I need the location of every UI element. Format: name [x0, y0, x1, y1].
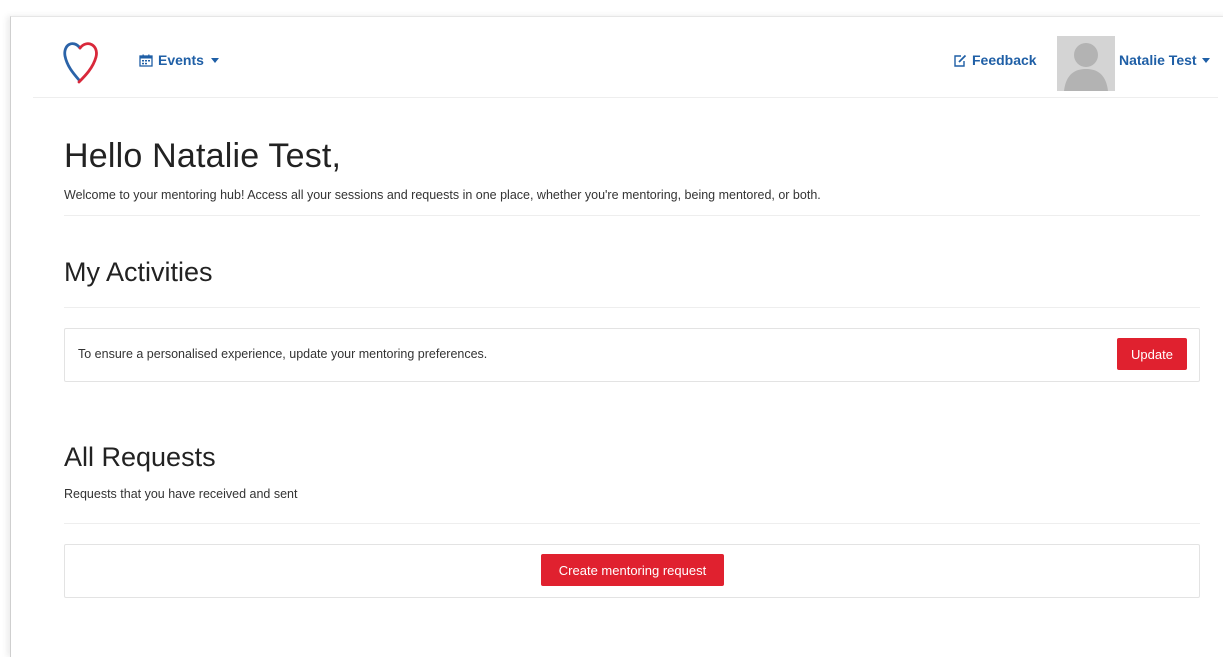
- calendar-icon: [139, 54, 153, 67]
- all-requests-heading: All Requests: [64, 442, 216, 472]
- welcome-text: Welcome to your mentoring hub! Access al…: [64, 188, 821, 202]
- user-avatar[interactable]: [1057, 36, 1115, 91]
- requests-subtitle: Requests that you have received and sent: [64, 487, 298, 501]
- user-menu[interactable]: Natalie Test: [1119, 52, 1210, 68]
- user-name-label: Natalie Test: [1119, 52, 1197, 68]
- avatar-placeholder-icon: [1064, 43, 1108, 91]
- edit-icon: [954, 54, 967, 67]
- my-activities-heading: My Activities: [64, 257, 213, 287]
- update-preferences-button[interactable]: Update: [1117, 338, 1187, 370]
- requests-panel: Create mentoring request: [64, 544, 1200, 598]
- events-menu[interactable]: Events: [139, 52, 219, 68]
- page-title: Hello Natalie Test,: [64, 137, 342, 175]
- preferences-panel: To ensure a personalised experience, upd…: [64, 328, 1200, 382]
- caret-down-icon: [1201, 57, 1210, 63]
- top-navbar: Events Feedback Natalie Test: [33, 17, 1218, 98]
- events-label: Events: [158, 52, 204, 68]
- app-window: Events Feedback Natalie Test Hello Natal…: [10, 16, 1223, 657]
- create-mentoring-request-button[interactable]: Create mentoring request: [541, 554, 724, 586]
- divider: [64, 215, 1200, 216]
- caret-down-icon: [210, 57, 219, 63]
- divider: [64, 523, 1200, 524]
- feedback-link[interactable]: Feedback: [953, 52, 1037, 68]
- heart-logo-icon[interactable]: [61, 39, 101, 85]
- preferences-text: To ensure a personalised experience, upd…: [78, 347, 488, 361]
- divider: [64, 307, 1200, 308]
- feedback-label: Feedback: [972, 52, 1037, 68]
